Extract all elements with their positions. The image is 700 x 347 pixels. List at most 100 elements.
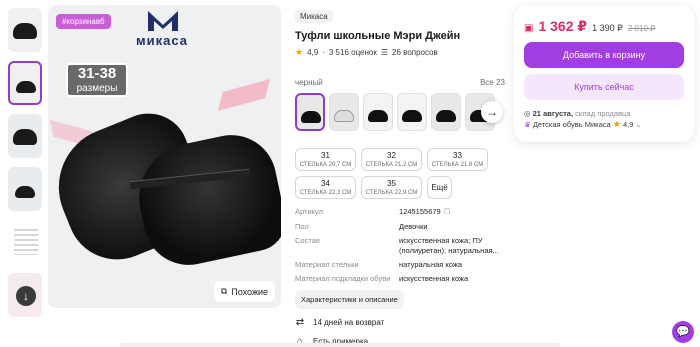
questions-icon: ☰ [380,48,389,57]
color-swatch[interactable] [329,93,359,131]
thumbnail-6[interactable]: ↓ [8,273,42,317]
price-row: ▣ 1 362 ₽ 1 390 ₽ 2 010 ₽ [514,6,694,35]
thumbnail-1[interactable] [8,8,42,52]
size-range-badge: 31-38 размеры [66,63,128,97]
delivery-info: ◎ 21 августа, склад продавца ♛ Детская о… [524,108,642,130]
spec-row: Состав искусственная кожа; ПУ (полиурета… [295,236,505,256]
bottom-bar [120,343,560,347]
seller-row[interactable]: ♛ Детская обувь Микаса ★ 4,9 ⌄ [524,119,642,130]
chat-icon[interactable]: 💬 [672,321,694,343]
rating-row: ★ 4,9 · 3 516 оценок ☰ 26 вопросов [295,47,505,58]
thumbnail-2[interactable] [8,61,42,105]
price-regular: 1 390 ₽ [592,23,623,33]
add-to-cart-button[interactable]: Добавить в корзину [524,42,684,68]
spec-key: Состав [295,236,320,245]
thumbnail-3[interactable] [8,114,42,158]
spec-row: Материал подкладки обуви искусственная к… [295,274,505,284]
spec-value: 1245155679 ❐ [399,207,499,218]
price-old: 2 010 ₽ [627,24,656,33]
paper-plane-decor [217,79,271,111]
feature-return: ⇄ 14 дней на возврат [295,317,505,328]
brand-logo-text: микаса [136,33,188,48]
thumbnail-4[interactable] [8,167,42,211]
spec-key: Пол [295,222,309,231]
selected-color: черный [295,78,323,87]
color-swatch[interactable] [363,93,393,131]
more-sizes-button[interactable]: Ещё [427,176,452,199]
arrow-right-icon[interactable]: → [481,101,503,123]
size-insole: СТЕЛЬКА 20,7 СМ [299,162,352,168]
price-wallet: 1 362 ₽ [538,18,588,34]
buy-card: ▣ 1 362 ₽ 1 390 ₽ 2 010 ₽ Добавить в кор… [514,6,694,142]
questions-count[interactable]: 26 вопросов [392,48,438,57]
color-swatch[interactable] [295,93,325,131]
size-insole: СТЕЛЬКА 22,9 СМ [365,190,418,196]
size-number: 33 [453,151,462,160]
spec-key: Артикул [295,207,323,216]
star-icon: ★ [612,119,621,129]
color-swatch[interactable] [431,93,461,131]
delivery-date: 21 августа, [532,109,574,118]
promo-tag: #корзинавб [56,14,111,29]
similar-label: Похожие [231,286,268,297]
spec-value: Девочки [399,222,428,231]
delivery-row: ◎ 21 августа, склад продавца [524,108,642,119]
spec-value: искусственная кожа [399,274,469,283]
article-number: 1245155679 [399,207,441,216]
thumbnail-5[interactable] [8,220,42,264]
buy-now-button[interactable]: Купить сейчас [524,74,684,100]
return-icon: ⇄ [295,317,305,328]
spec-value: натуральная кожа [399,260,463,269]
arrow-down-icon[interactable]: ↓ [16,286,36,306]
spec-key: Материал подкладки обуви [295,274,391,283]
color-swatches: → [295,93,505,131]
size-option[interactable]: 34 СТЕЛЬКА 22,3 СМ [295,176,356,199]
star-icon: ★ [295,47,304,57]
box-icon: ◎ [524,109,531,118]
size-number: 31 [321,151,330,160]
reviews-count[interactable]: 3 516 оценок [329,48,377,57]
search-similar-icon: ⧉ [220,286,228,296]
spec-key: Материал стельки [295,260,359,269]
size-grid-row-2: 34 СТЕЛЬКА 22,3 СМ 35 СТЕЛЬКА 22,9 СМ Ещ… [295,176,505,199]
size-grid: 31 СТЕЛЬКА 20,7 СМ 32 СТЕЛЬКА 21,2 СМ 33… [295,148,505,171]
copy-icon[interactable]: ❐ [444,209,450,216]
thumbnail-list: ↓ [8,8,42,326]
color-swatch[interactable] [397,93,427,131]
size-word: размеры [76,83,118,94]
rating-sep: · [322,48,325,57]
size-option[interactable]: 33 СТЕЛЬКА 21,6 СМ [427,148,488,171]
product-title: Туфли школьные Мэри Джейн [295,30,461,42]
spec-row: Пол Девочки [295,222,505,232]
shop-icon: ♛ [524,120,531,129]
size-insole: СТЕЛЬКА 22,3 СМ [299,190,352,196]
size-option[interactable]: 31 СТЕЛЬКА 20,7 СМ [295,148,356,171]
all-colors-link[interactable]: Все 23 [480,78,505,87]
characteristics-button[interactable]: Характеристики и описание [295,290,404,309]
size-number: 35 [387,179,396,188]
chevron-down-icon[interactable]: ⌄ [636,120,642,129]
size-number: 32 [387,151,396,160]
size-option[interactable]: 35 СТЕЛЬКА 22,9 СМ [361,176,422,199]
brand-link[interactable]: Микаса [295,10,333,23]
product-page: ↓ #корзинавб микаса 31-38 размеры ⧉ Похо… [0,0,700,347]
seller-rating: 4,9 [622,120,634,129]
similar-button[interactable]: ⧉ Похожие [213,281,275,302]
size-option[interactable]: 32 СТЕЛЬКА 21,2 СМ [361,148,422,171]
product-info: Микаса Туфли школьные Мэри Джейн ★ 4,9 ·… [295,6,505,347]
brand-logo-icon [148,11,178,31]
delivery-from: склад продавца [575,109,631,118]
color-header: черный Все 23 [295,78,505,87]
size-insole: СТЕЛЬКА 21,6 СМ [431,162,484,168]
main-product-image[interactable]: #корзинавб микаса 31-38 размеры ⧉ Похожи… [48,5,281,308]
spec-row: Материал стельки натуральная кожа [295,260,505,270]
spec-value: искусственная кожа; ПУ (полиуретан); нат… [399,236,499,255]
size-number: 34 [321,179,330,188]
size-insole: СТЕЛЬКА 21,2 СМ [365,162,418,168]
spec-row: Артикул 1245155679 ❐ [295,207,505,218]
rating-value[interactable]: 4,9 [307,48,318,57]
wallet-icon: ▣ [524,23,534,34]
seller-name[interactable]: Детская обувь Микаса [533,120,611,129]
size-range: 31-38 [77,65,117,82]
feature-label: 14 дней на возврат [313,318,385,327]
